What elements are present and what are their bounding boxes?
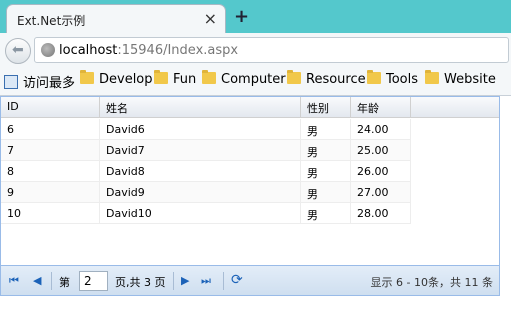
grid-header: ID 姓名 性别 年龄 <box>1 97 499 118</box>
page-label: 第 <box>59 276 70 289</box>
paging-toolbar: ⏮ ◀ 第 页,共 3 页 ▶ ⏭ ⟳ 显示 6 - 10条，共 11 条 <box>1 265 499 295</box>
bookmarks-bar: 访问最多 Develop Fun Computer Resource Tools… <box>0 66 511 96</box>
browser-tab[interactable]: Ext.Net示例 × <box>6 4 226 34</box>
cell-sex: 男 <box>301 203 351 224</box>
page-total-label: 页,共 3 页 <box>115 276 166 289</box>
cell-id: 9 <box>1 182 100 203</box>
url-text: localhost:15946/Index.aspx <box>59 43 239 58</box>
folder-icon <box>202 70 216 84</box>
table-row[interactable]: 9 David9 男 27.00 <box>1 182 411 203</box>
bookmark-most-visited[interactable]: 访问最多 <box>4 72 75 91</box>
new-tab-button[interactable]: + <box>234 6 249 27</box>
most-visited-icon <box>4 75 18 89</box>
table-row[interactable]: 6 David6 男 24.00 <box>1 119 411 140</box>
nav-bar: ⬅ localhost:15946/Index.aspx <box>0 33 511 66</box>
cell-name: David9 <box>100 182 301 203</box>
folder-icon <box>367 70 381 84</box>
refresh-icon[interactable]: ⟳ <box>231 272 243 288</box>
bookmark-website[interactable]: Website <box>425 70 496 87</box>
toolbar-separator <box>51 272 52 290</box>
data-grid: ID 姓名 性别 年龄 6 David6 男 24.00 7 David7 男 … <box>0 96 500 296</box>
column-header-age[interactable]: 年龄 <box>351 97 411 118</box>
bookmark-computer[interactable]: Computer <box>202 70 286 87</box>
cell-name: David10 <box>100 203 301 224</box>
cell-sex: 男 <box>301 161 351 182</box>
cell-age: 25.00 <box>351 140 411 161</box>
tab-strip: Ext.Net示例 × + <box>0 0 511 34</box>
last-page-icon[interactable]: ⏭ <box>201 274 211 288</box>
cell-sex: 男 <box>301 140 351 161</box>
cell-sex: 男 <box>301 119 351 140</box>
column-header-name[interactable]: 姓名 <box>100 97 301 118</box>
cell-sex: 男 <box>301 182 351 203</box>
table-row[interactable]: 7 David7 男 25.00 <box>1 140 411 161</box>
bookmark-fun[interactable]: Fun <box>154 70 196 87</box>
bookmark-resource[interactable]: Resource <box>287 70 366 87</box>
back-button[interactable]: ⬅ <box>5 38 31 64</box>
table-row[interactable]: 8 David8 男 26.00 <box>1 161 411 182</box>
cell-age: 24.00 <box>351 119 411 140</box>
cell-id: 6 <box>1 119 100 140</box>
globe-icon <box>41 43 55 57</box>
cell-id: 10 <box>1 203 100 224</box>
folder-icon <box>154 70 168 84</box>
next-page-icon[interactable]: ▶ <box>181 274 189 287</box>
first-page-icon[interactable]: ⏮ <box>9 274 19 288</box>
cell-id: 8 <box>1 161 100 182</box>
cell-name: David7 <box>100 140 301 161</box>
cell-name: David6 <box>100 119 301 140</box>
bookmark-tools[interactable]: Tools <box>367 70 418 87</box>
toolbar-separator <box>173 272 174 290</box>
page-number-input[interactable] <box>79 271 108 291</box>
back-arrow-icon: ⬅ <box>12 42 24 58</box>
cell-age: 27.00 <box>351 182 411 203</box>
address-bar[interactable]: localhost:15946/Index.aspx <box>34 37 509 63</box>
prev-page-icon[interactable]: ◀ <box>33 274 41 287</box>
cell-age: 26.00 <box>351 161 411 182</box>
cell-name: David8 <box>100 161 301 182</box>
folder-icon <box>80 70 94 84</box>
cell-age: 28.00 <box>351 203 411 224</box>
close-tab-icon[interactable]: × <box>204 9 217 28</box>
column-header-id[interactable]: ID <box>1 97 100 118</box>
folder-icon <box>425 70 439 84</box>
tab-title: Ext.Net示例 <box>17 14 86 28</box>
folder-icon <box>287 70 301 84</box>
bookmark-develop[interactable]: Develop <box>80 70 153 87</box>
paging-status: 显示 6 - 10条，共 11 条 <box>370 276 493 289</box>
toolbar-separator <box>223 272 224 290</box>
table-row[interactable]: 10 David10 男 28.00 <box>1 203 411 224</box>
cell-id: 7 <box>1 140 100 161</box>
column-header-sex[interactable]: 性别 <box>301 97 351 118</box>
